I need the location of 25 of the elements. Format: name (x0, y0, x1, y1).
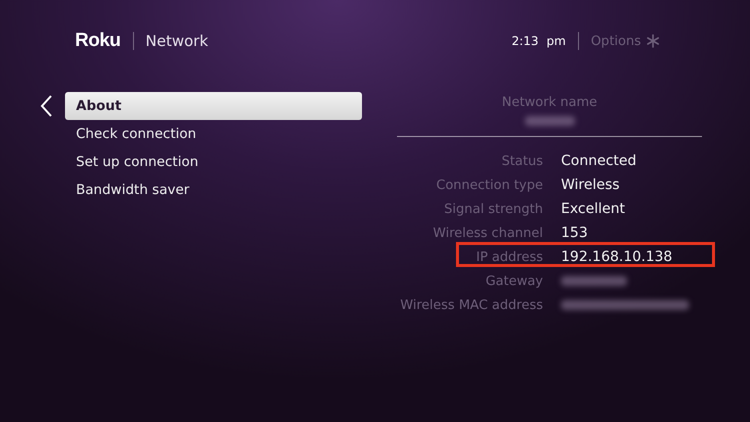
menu-item[interactable]: Check connection (65, 120, 362, 148)
detail-label: Wireless channel (432, 226, 544, 240)
clock-time: 2:13 (512, 34, 539, 48)
detail-value: 153 (561, 225, 588, 241)
page-title: Network (146, 32, 208, 50)
detail-label: Status (500, 154, 544, 168)
menu-item[interactable]: Set up connection (65, 148, 362, 176)
detail-value: 192.168.10.138 (561, 249, 672, 265)
blurred-value (561, 276, 627, 286)
detail-value: Connected (561, 153, 636, 169)
network-name-label: Network name (502, 95, 598, 110)
logo: Roku (75, 30, 120, 52)
detail-value: Wireless (561, 177, 620, 193)
menu-item[interactable]: About (65, 92, 362, 120)
detail-label: Connection type (435, 178, 544, 192)
detail-label: IP address (475, 250, 544, 264)
back-icon[interactable] (39, 94, 53, 118)
detail-label: Signal strength (443, 202, 544, 216)
detail-label: Wireless MAC address (399, 298, 544, 312)
detail-value: Excellent (561, 201, 625, 217)
detail-label: Gateway (484, 274, 544, 288)
clock-meridiem: pm (546, 34, 566, 48)
options-hint: Options (590, 34, 641, 48)
menu-item[interactable]: Bandwidth saver (65, 176, 362, 204)
asterisk-icon (646, 34, 660, 48)
